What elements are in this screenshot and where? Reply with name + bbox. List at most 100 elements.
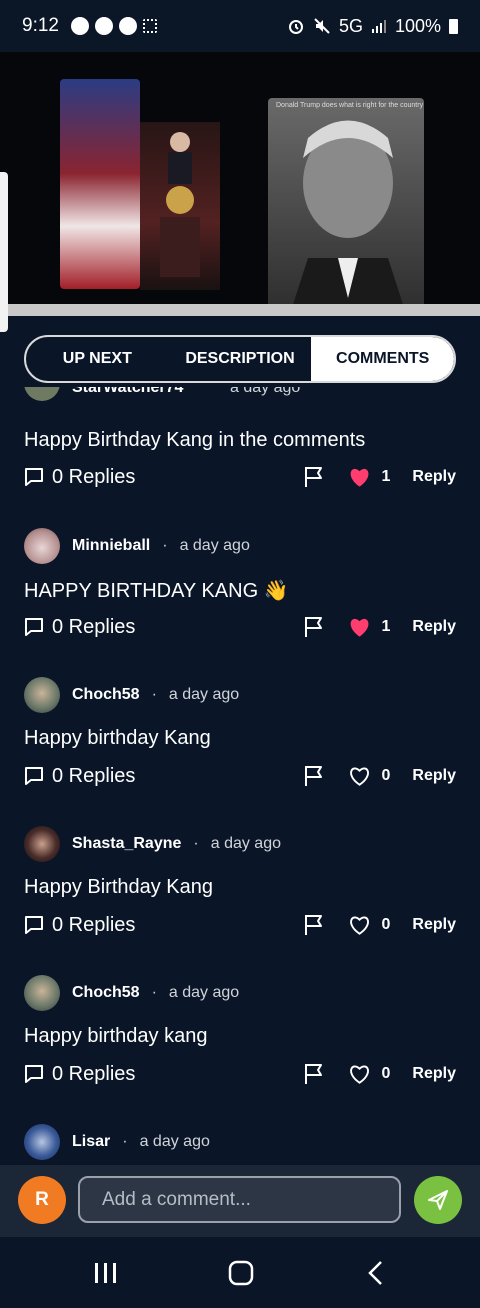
reply-button[interactable]: Reply — [412, 1065, 456, 1083]
replies-count: 0 Replies — [52, 465, 136, 488]
comment-actions: 0 Replies 0 Reply — [24, 761, 456, 791]
alarm-icon — [288, 20, 303, 34]
replies-count: 0 Replies — [52, 1062, 136, 1085]
like-button[interactable]: 1 — [348, 616, 390, 638]
status-bar: 9:12 5G 100% — [0, 0, 480, 52]
tab-comments[interactable]: COMMENTS — [311, 337, 454, 381]
flag-icon[interactable] — [302, 1062, 326, 1086]
send-button[interactable] — [414, 1176, 462, 1224]
avatar[interactable] — [24, 826, 60, 862]
signal-icon — [371, 20, 386, 33]
comment-time: a day ago — [230, 387, 301, 396]
system-nav-bar — [0, 1237, 480, 1308]
status-right: 5G 100% — [287, 16, 458, 37]
comment-time: a day ago — [168, 686, 240, 703]
flag-icon[interactable] — [302, 615, 326, 639]
comment-compose-bar: R — [0, 1165, 480, 1237]
reply-button[interactable]: Reply — [412, 618, 456, 636]
flag-icon[interactable] — [302, 764, 326, 788]
separator-dot: · — [162, 537, 168, 554]
comment-author[interactable]: Choch58 — [72, 686, 140, 704]
battery-icon — [449, 18, 458, 34]
comment-author[interactable]: Choch58 — [72, 984, 140, 1002]
replies-count: 0 Replies — [52, 764, 136, 787]
partial-comment-header: StarWatcher74 a day ago — [24, 387, 464, 407]
replies-link[interactable]: 0 Replies — [24, 914, 135, 937]
like-button[interactable]: 0 — [348, 914, 390, 936]
reply-button[interactable]: Reply — [412, 767, 456, 785]
portrait-silhouette-icon — [293, 120, 403, 304]
like-button[interactable]: 0 — [348, 1063, 390, 1085]
replies-count: 0 Replies — [52, 615, 136, 638]
avatar[interactable] — [24, 1124, 60, 1160]
video-thumbnail-portrait — [268, 98, 424, 304]
separator-dot: · — [151, 984, 157, 1001]
replies-link[interactable]: 0 Replies — [24, 466, 135, 489]
comment-time: a day ago — [210, 835, 281, 852]
app-root: 9:12 5G 100% Donald Trump does what is r… — [0, 0, 480, 1308]
status-time: 9:12 — [22, 15, 59, 36]
like-button[interactable]: 0 — [348, 765, 390, 787]
heart-outline-icon — [350, 1065, 370, 1084]
replies-link[interactable]: 0 Replies — [24, 616, 135, 639]
comment-text: Happy birthday Kang — [24, 727, 211, 749]
flag-icon[interactable] — [302, 465, 326, 489]
reply-bubble-icon — [25, 767, 43, 785]
like-count: 0 — [381, 1065, 391, 1082]
avatar[interactable] — [24, 528, 60, 564]
tab-description[interactable]: DESCRIPTION — [169, 337, 312, 381]
recent-apps-button[interactable] — [86, 1255, 126, 1291]
chat-bubble-icon — [70, 17, 89, 35]
mute-icon — [314, 18, 330, 34]
like-count: 1 — [381, 618, 391, 635]
video-thumbnail-caption: Donald Trump does what is right for the … — [276, 102, 424, 109]
replies-count: 0 Replies — [52, 913, 136, 936]
like-count: 0 — [381, 916, 391, 933]
replies-link[interactable]: 0 Replies — [24, 765, 135, 788]
play-icon-2 — [118, 17, 137, 35]
back-icon — [368, 1261, 382, 1285]
avatar[interactable] — [24, 975, 60, 1011]
home-icon — [228, 1260, 254, 1286]
screenshot-frame-icon — [142, 19, 157, 33]
comment-author[interactable]: Shasta_Rayne — [72, 835, 181, 853]
recent-apps-icon — [95, 1263, 116, 1283]
separator-dot: · — [122, 1133, 128, 1150]
send-icon — [428, 1190, 448, 1210]
reply-button[interactable]: Reply — [412, 468, 456, 486]
comment-author[interactable]: Lisar — [72, 1133, 110, 1151]
heart-filled-icon — [351, 468, 369, 487]
video-player[interactable]: Donald Trump does what is right for the … — [0, 52, 480, 304]
video-side-handle[interactable] — [0, 172, 8, 332]
reply-bubble-icon — [25, 618, 43, 636]
reply-button[interactable]: Reply — [412, 916, 456, 934]
comment-author[interactable]: StarWatcher74 — [72, 387, 183, 397]
comment-time: a day ago — [168, 984, 240, 1001]
back-button[interactable] — [356, 1255, 396, 1291]
home-button[interactable] — [221, 1255, 261, 1291]
heart-filled-icon — [351, 618, 369, 637]
separator-dot: · — [151, 686, 157, 703]
comment-header: Choch58 · a day ago — [24, 975, 239, 1011]
replies-link[interactable]: 0 Replies — [24, 1063, 135, 1086]
comment-time: a day ago — [139, 1133, 210, 1150]
video-progress-track[interactable] — [8, 304, 480, 316]
comment-header: Choch58 · a day ago — [24, 677, 239, 713]
reply-bubble-icon — [25, 468, 43, 486]
podium-seal-icon — [160, 132, 200, 277]
comment-author[interactable]: Minnieball — [72, 537, 150, 555]
comment-actions: 0 Replies 0 Reply — [24, 1059, 456, 1089]
comment-text: Happy birthday kang — [24, 1025, 208, 1047]
user-avatar[interactable]: R — [18, 1176, 66, 1224]
reply-bubble-icon — [25, 916, 43, 934]
comment-input[interactable] — [78, 1176, 401, 1223]
tab-up-next[interactable]: UP NEXT — [26, 337, 169, 381]
comment-actions: 0 Replies 1 Reply — [24, 462, 456, 492]
flag-icon[interactable] — [302, 913, 326, 937]
play-icon — [94, 17, 113, 35]
comment-header: Shasta_Rayne · a day ago — [24, 826, 281, 862]
comments-list[interactable]: StarWatcher74 a day ago Happy Birthday K… — [0, 387, 480, 1165]
avatar[interactable] — [24, 677, 60, 713]
like-button[interactable]: 1 — [348, 466, 390, 488]
comment-text: Happy Birthday Kang — [24, 876, 214, 898]
